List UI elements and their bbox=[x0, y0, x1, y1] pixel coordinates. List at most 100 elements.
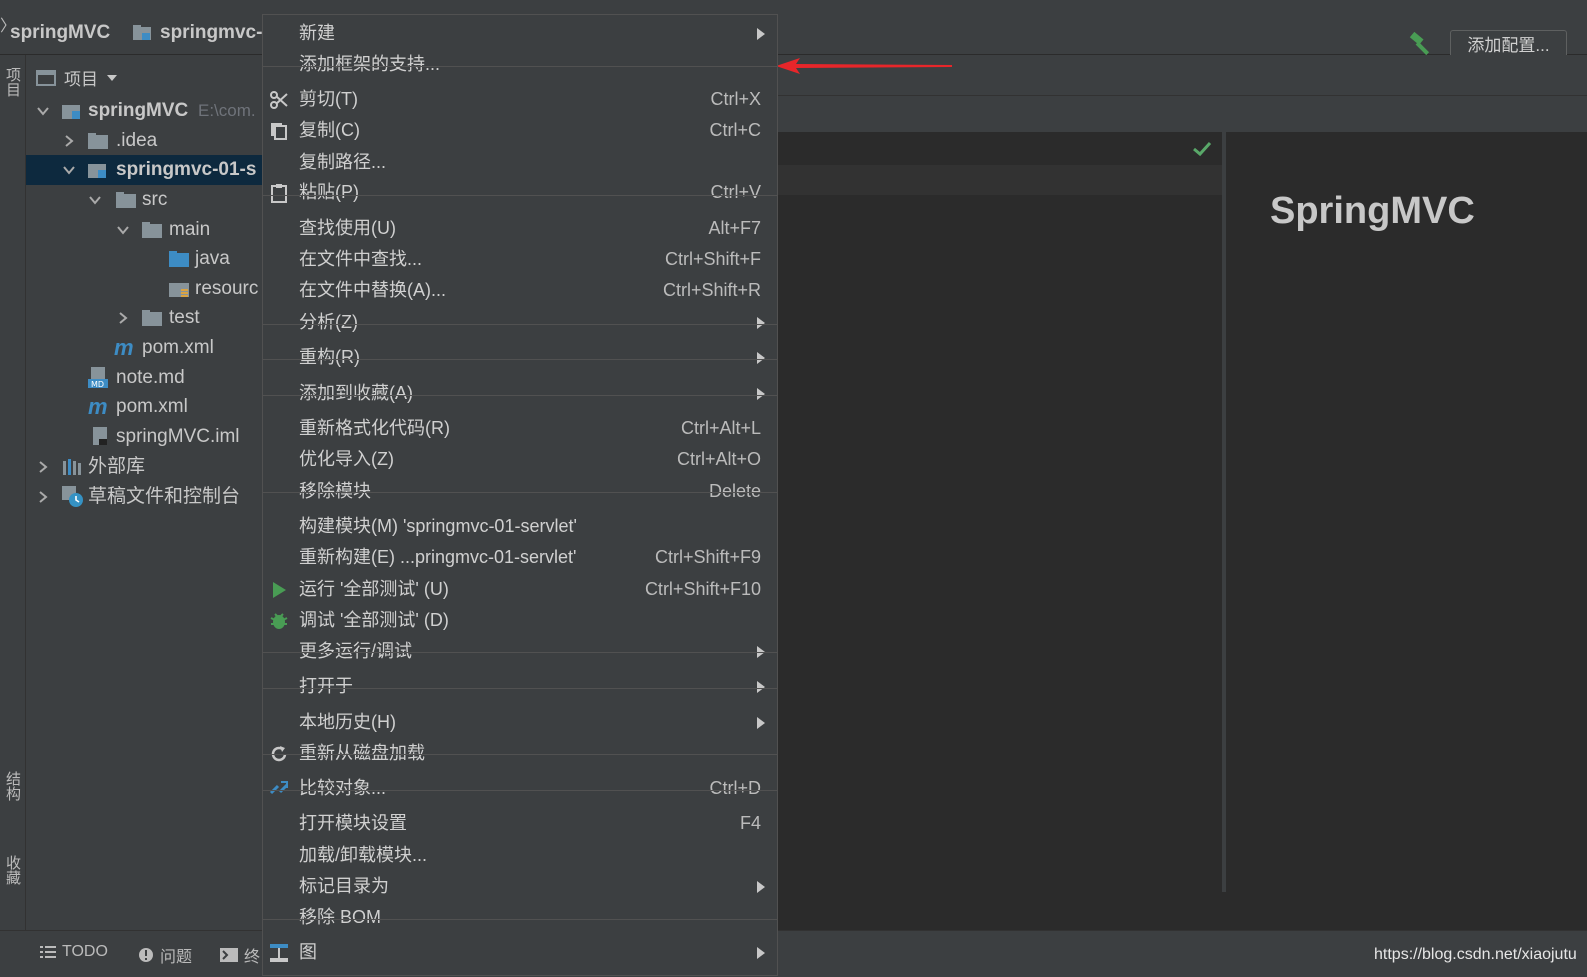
chevron-down-icon bbox=[37, 107, 49, 116]
menu-item-24[interactable]: 比较对象... Ctrl+D bbox=[263, 773, 777, 803]
menu-item-25[interactable]: 打开模块设置 F4 bbox=[263, 808, 777, 838]
red-annotation-arrow bbox=[776, 58, 952, 74]
menu-separator bbox=[263, 919, 777, 920]
menu-item-6[interactable]: 粘贴(P) Ctrl+V bbox=[263, 177, 777, 207]
tree-item-resources[interactable]: resourc bbox=[26, 274, 262, 304]
debug-icon bbox=[269, 610, 289, 630]
menu-item-label: 调试 '全部测试' (D) bbox=[299, 610, 449, 630]
folder-icon bbox=[116, 192, 136, 208]
folder-icon bbox=[142, 222, 162, 238]
tree-item-springmvc-01[interactable]: springmvc-01-s bbox=[26, 155, 262, 185]
tree-item-iml[interactable]: springMVC.iml bbox=[26, 422, 262, 452]
tree-item-test[interactable]: test bbox=[26, 303, 262, 333]
scissors-icon bbox=[269, 89, 289, 109]
menu-item-shortcut: Alt+F7 bbox=[708, 218, 761, 238]
chevron-down-icon bbox=[63, 166, 75, 175]
tree-item-pom-module[interactable]: m pom.xml bbox=[26, 333, 262, 363]
menu-item-shortcut: Delete bbox=[708, 481, 761, 501]
menu-item-11[interactable]: 重构(R) bbox=[263, 342, 777, 372]
menu-item-22[interactable]: 本地历史(H) bbox=[263, 707, 777, 737]
menu-item-label: 重新构建(E) ...pringmvc-01-servlet' bbox=[299, 547, 577, 567]
module-file-icon bbox=[93, 427, 107, 445]
menu-item-19[interactable]: 调试 '全部测试' (D) bbox=[263, 605, 777, 635]
no-problems-check-icon bbox=[1193, 141, 1212, 157]
menu-separator bbox=[263, 66, 777, 67]
menu-item-shortcut: Ctrl+Shift+F bbox=[664, 249, 761, 269]
resources-folder-icon bbox=[169, 283, 189, 297]
submenu-arrow-icon bbox=[757, 317, 765, 329]
menu-item-2[interactable]: 添加框架的支持... bbox=[263, 49, 777, 79]
project-view-selector[interactable]: 项目 bbox=[36, 65, 118, 90]
menu-item-1[interactable]: 新建 bbox=[263, 18, 777, 48]
menu-item-label: 复制路径... bbox=[299, 152, 387, 172]
menu-item-23[interactable]: 重新从磁盘加载 bbox=[263, 738, 777, 768]
menu-separator bbox=[263, 492, 777, 493]
menu-item-29[interactable]: 图 bbox=[263, 937, 777, 967]
info-icon bbox=[139, 948, 153, 962]
svg-text:MD: MD bbox=[91, 380, 104, 389]
menu-item-13[interactable]: 重新格式化代码(R) Ctrl+Alt+L bbox=[263, 413, 777, 443]
menu-item-3[interactable]: 剪切(T) Ctrl+X bbox=[263, 84, 777, 114]
structure-tool-tab[interactable]: 结构 bbox=[2, 771, 23, 801]
menu-item-12[interactable]: 添加到收藏(A) bbox=[263, 378, 777, 408]
list-icon bbox=[40, 946, 56, 958]
reload-icon bbox=[269, 743, 289, 763]
menu-item-4[interactable]: 复制(C) Ctrl+C bbox=[263, 115, 777, 145]
favorites-tool-tab[interactable]: 收藏 bbox=[2, 855, 23, 885]
menu-item-17[interactable]: 重新构建(E) ...pringmvc-01-servlet' Ctrl+Shif… bbox=[263, 542, 777, 572]
menu-separator bbox=[263, 652, 777, 653]
terminal-tool-button[interactable]: 终 bbox=[220, 943, 260, 967]
menu-item-label: 重构(R) bbox=[299, 347, 360, 367]
chevron-down-icon bbox=[107, 74, 117, 81]
submenu-arrow-icon bbox=[757, 717, 765, 729]
tree-item-external-libraries[interactable]: 外部库 bbox=[26, 452, 262, 482]
menu-item-21[interactable]: 打开于 bbox=[263, 671, 777, 701]
menu-item-27[interactable]: 标记目录为 bbox=[263, 871, 777, 901]
menu-item-20[interactable]: 更多运行/调试 bbox=[263, 636, 777, 666]
module-folder-icon bbox=[88, 164, 106, 178]
menu-item-9[interactable]: 在文件中替换(A)... Ctrl+Shift+R bbox=[263, 275, 777, 305]
menu-item-shortcut: Ctrl+V bbox=[710, 182, 761, 202]
todo-tool-button[interactable]: TODO bbox=[40, 943, 108, 961]
menu-item-label: 打开于 bbox=[299, 676, 353, 696]
current-line-highlight[interactable] bbox=[770, 165, 1222, 195]
project-view-icon bbox=[36, 69, 56, 86]
menu-item-5[interactable]: 复制路径... bbox=[263, 147, 777, 177]
tree-item-pom-root[interactable]: m pom.xml bbox=[26, 392, 262, 422]
tree-item-java[interactable]: java bbox=[26, 244, 262, 274]
breadcrumb-project[interactable]: springMVC bbox=[10, 22, 110, 44]
menu-item-label: 在文件中查找... bbox=[299, 249, 423, 269]
menu-item-shortcut: Ctrl+Shift+F10 bbox=[644, 579, 761, 599]
submenu-arrow-icon bbox=[757, 28, 765, 40]
menu-item-label: 重新格式化代码(R) bbox=[299, 418, 450, 438]
tree-item-idea[interactable]: .idea bbox=[26, 126, 262, 156]
menu-item-28[interactable]: 移除 BOM bbox=[263, 902, 777, 932]
project-tool-tab[interactable]: 项目 bbox=[2, 67, 23, 97]
menu-item-10[interactable]: 分析(Z) bbox=[263, 307, 777, 337]
menu-item-16[interactable]: 构建模块(M) 'springmvc-01-servlet' bbox=[263, 511, 777, 541]
markdown-file-icon: MD bbox=[88, 367, 108, 389]
menu-item-8[interactable]: 在文件中查找... Ctrl+Shift+F bbox=[263, 244, 777, 274]
maven-icon: m bbox=[114, 335, 134, 360]
menu-separator bbox=[263, 754, 777, 755]
menu-item-18[interactable]: 运行 '全部测试' (U) Ctrl+Shift+F10 bbox=[263, 574, 777, 604]
breadcrumb-module[interactable]: springmvc- bbox=[132, 22, 262, 44]
tree-item-springmvc-root[interactable]: springMVC E:\com. bbox=[26, 96, 262, 126]
tree-item-note-md[interactable]: MD note.md bbox=[26, 363, 262, 393]
menu-item-label: 添加框架的支持... bbox=[299, 54, 441, 74]
editor-tab-bar bbox=[770, 96, 1587, 133]
problems-tool-button[interactable]: 问题 bbox=[138, 943, 192, 967]
tree-item-main[interactable]: main bbox=[26, 215, 262, 245]
tree-item-scratches[interactable]: 草稿文件和控制台 bbox=[26, 482, 262, 512]
menu-item-15[interactable]: 移除模块 Delete bbox=[263, 476, 777, 506]
menu-item-7[interactable]: 查找使用(U) Alt+F7 bbox=[263, 213, 777, 243]
tree-item-src[interactable]: src bbox=[26, 185, 262, 215]
menu-item-shortcut: F4 bbox=[739, 813, 761, 833]
menu-item-26[interactable]: 加载/卸载模块... bbox=[263, 840, 777, 870]
menu-item-shortcut: Ctrl+Shift+F9 bbox=[654, 547, 761, 567]
library-icon bbox=[63, 459, 81, 475]
menu-item-14[interactable]: 优化导入(Z) Ctrl+Alt+O bbox=[263, 444, 777, 474]
menu-separator bbox=[263, 790, 777, 791]
menu-item-label: 粘贴(P) bbox=[299, 182, 359, 202]
menu-item-label: 运行 '全部测试' (U) bbox=[299, 579, 449, 599]
